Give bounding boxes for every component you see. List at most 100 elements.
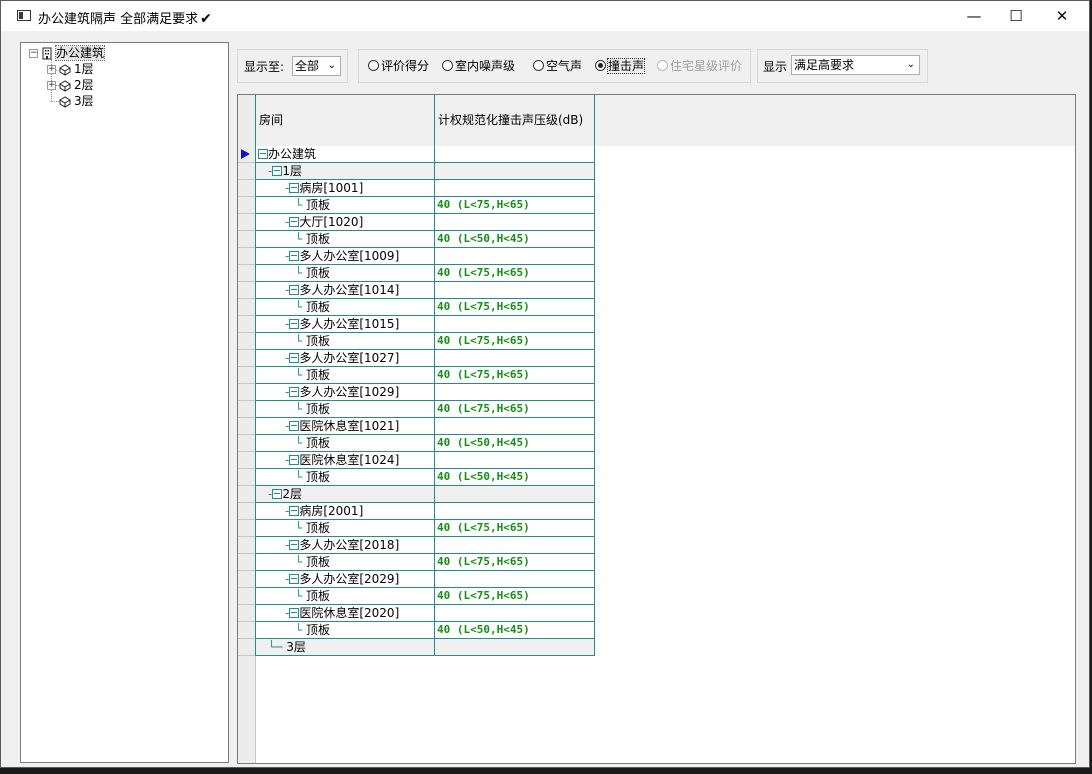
room-cell[interactable]: - 多人办公室[1015] <box>255 316 435 333</box>
impact-level-cell[interactable]: 40 (L<75,H<65) <box>434 401 595 418</box>
room-cell[interactable]: -1层 <box>255 163 435 180</box>
collapse-icon[interactable] <box>289 506 300 516</box>
table-row[interactable]: - 病房[1001] <box>238 180 595 197</box>
impact-level-cell[interactable]: 40 (L<50,H<45) <box>434 469 595 486</box>
table-row[interactable]: └ 顶板 40 (L<75,H<65) <box>238 333 595 350</box>
collapse-icon[interactable] <box>272 166 283 176</box>
column-header-room[interactable]: 房间 <box>255 95 435 146</box>
room-cell[interactable]: └ 顶板 <box>255 367 435 384</box>
radio-airborne[interactable]: 空气声 <box>533 59 582 73</box>
impact-level-cell[interactable]: 40 (L<75,H<65) <box>434 333 595 350</box>
collapse-icon[interactable] <box>289 285 300 295</box>
row-header-cell[interactable] <box>238 537 256 554</box>
row-header-cell[interactable] <box>238 452 256 469</box>
table-row[interactable]: - 多人办公室[1009] <box>238 248 595 265</box>
table-row[interactable]: -2层 <box>238 486 595 503</box>
tree-node-floor-1[interactable]: +1层 <box>47 61 94 77</box>
row-header-cell[interactable] <box>238 231 256 248</box>
impact-level-cell[interactable] <box>434 639 595 656</box>
impact-level-cell[interactable]: 40 (L<75,H<65) <box>434 367 595 384</box>
table-row[interactable]: └ 顶板 40 (L<50,H<45) <box>238 469 595 486</box>
room-cell[interactable]: └ 顶板 <box>255 520 435 537</box>
minimize-button[interactable]: — <box>951 1 997 31</box>
impact-level-cell[interactable] <box>434 571 595 588</box>
impact-level-cell[interactable] <box>434 452 595 469</box>
row-header-cell[interactable] <box>238 401 256 418</box>
impact-level-cell[interactable] <box>434 605 595 622</box>
row-header-cell[interactable] <box>238 503 256 520</box>
collapse-icon[interactable] <box>289 387 300 397</box>
impact-level-cell[interactable] <box>434 503 595 520</box>
table-row[interactable]: - 大厅[1020] <box>238 214 595 231</box>
impact-level-cell[interactable] <box>434 537 595 554</box>
impact-level-cell[interactable] <box>434 214 595 231</box>
room-cell[interactable]: 办公建筑 <box>255 146 435 163</box>
row-header-cell[interactable] <box>238 588 256 605</box>
table-row[interactable]: - 医院休息室[1024] <box>238 452 595 469</box>
collapse-icon[interactable] <box>289 455 300 465</box>
impact-level-cell[interactable]: 40 (L<50,H<45) <box>434 622 595 639</box>
impact-level-cell[interactable]: 40 (L<50,H<45) <box>434 231 595 248</box>
room-cell[interactable]: - 医院休息室[1024] <box>255 452 435 469</box>
room-cell[interactable]: └─ 3层 <box>255 639 435 656</box>
collapse-icon[interactable] <box>272 489 283 499</box>
room-cell[interactable]: └ 顶板 <box>255 469 435 486</box>
table-row[interactable]: - 多人办公室[1014] <box>238 282 595 299</box>
collapse-icon[interactable] <box>289 251 300 261</box>
room-cell[interactable]: - 多人办公室[1014] <box>255 282 435 299</box>
impact-level-cell[interactable] <box>434 180 595 197</box>
expand-icon[interactable]: + <box>47 65 56 74</box>
row-header-cell[interactable] <box>238 605 256 622</box>
row-header-cell[interactable] <box>238 639 256 656</box>
impact-level-cell[interactable] <box>434 163 595 180</box>
radio-impact[interactable]: 撞击声 <box>595 58 646 74</box>
table-row[interactable]: 办公建筑 <box>238 146 595 163</box>
collapse-icon[interactable] <box>289 540 300 550</box>
table-row[interactable]: └ 顶板 40 (L<50,H<45) <box>238 231 595 248</box>
radio-residential-star[interactable]: 住宅星级评价 <box>657 59 742 73</box>
room-cell[interactable]: - 多人办公室[2029] <box>255 571 435 588</box>
room-cell[interactable]: └ 顶板 <box>255 401 435 418</box>
row-header-cell[interactable] <box>238 554 256 571</box>
impact-level-cell[interactable] <box>434 316 595 333</box>
row-header-cell[interactable] <box>238 299 256 316</box>
impact-level-cell[interactable] <box>434 350 595 367</box>
row-header-cell[interactable] <box>238 163 256 180</box>
collapse-icon[interactable] <box>289 217 300 227</box>
table-row[interactable]: └ 顶板 40 (L<50,H<45) <box>238 622 595 639</box>
room-cell[interactable]: - 多人办公室[1027] <box>255 350 435 367</box>
collapse-icon[interactable] <box>289 319 300 329</box>
radio-indoor-noise[interactable]: 室内噪声级 <box>442 59 515 73</box>
row-header-cell[interactable] <box>238 333 256 350</box>
room-cell[interactable]: - 病房[1001] <box>255 180 435 197</box>
impact-level-cell[interactable]: 40 (L<75,H<65) <box>434 197 595 214</box>
collapse-icon[interactable] <box>258 149 268 159</box>
room-cell[interactable]: └ 顶板 <box>255 231 435 248</box>
table-row[interactable]: └ 顶板 40 (L<75,H<65) <box>238 520 595 537</box>
room-cell[interactable]: - 多人办公室[1009] <box>255 248 435 265</box>
table-row[interactable]: - 多人办公室[1027] <box>238 350 595 367</box>
row-header-cell[interactable] <box>238 571 256 588</box>
table-row[interactable]: └ 顶板 40 (L<75,H<65) <box>238 367 595 384</box>
building-tree[interactable]: − 办公建筑 +1层 +2层 3层 <box>20 42 229 763</box>
room-cell[interactable]: - 大厅[1020] <box>255 214 435 231</box>
show-to-select[interactable]: 全部 ⌄ <box>292 56 341 76</box>
table-row[interactable]: - 多人办公室[2029] <box>238 571 595 588</box>
collapse-icon[interactable] <box>289 353 300 363</box>
impact-level-cell[interactable] <box>434 384 595 401</box>
impact-level-cell[interactable]: 40 (L<75,H<65) <box>434 554 595 571</box>
impact-level-cell[interactable] <box>434 146 595 163</box>
collapse-icon[interactable] <box>289 608 300 618</box>
table-row[interactable]: - 多人办公室[1029] <box>238 384 595 401</box>
tree-node-root[interactable]: − 办公建筑 <box>29 45 106 61</box>
table-row[interactable]: └─ 3层 <box>238 639 595 656</box>
row-header-cell[interactable] <box>238 282 256 299</box>
room-cell[interactable]: └ 顶板 <box>255 197 435 214</box>
tree-node-floor-3[interactable]: 3层 <box>59 93 94 109</box>
row-header-cell[interactable] <box>238 367 256 384</box>
room-cell[interactable]: -2层 <box>255 486 435 503</box>
table-row[interactable]: -1层 <box>238 163 595 180</box>
room-cell[interactable]: - 多人办公室[2018] <box>255 537 435 554</box>
room-cell[interactable]: - 病房[2001] <box>255 503 435 520</box>
row-header-cell[interactable] <box>238 350 256 367</box>
